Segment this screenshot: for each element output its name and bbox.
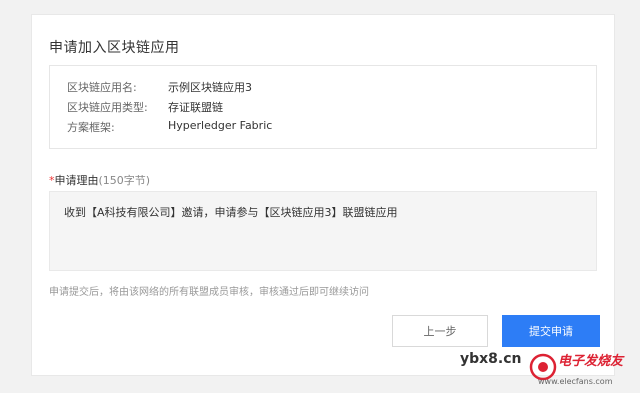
info-label: 方案框架: [67, 121, 115, 134]
info-value: 存证联盟链 [168, 101, 223, 114]
info-label: 区块链应用类型: [67, 101, 148, 114]
reason-label-text: 申请理由 [54, 174, 99, 187]
application-card: 申请加入区块链应用 区块链应用名: 示例区块链应用3 区块链应用类型: 存证联盟… [31, 14, 615, 376]
reason-length-hint: (150字节) [98, 174, 151, 187]
submit-application-button[interactable]: 提交申请 [502, 315, 600, 347]
watermark-url: www.elecfans.com [538, 377, 613, 386]
page-title: 申请加入区块链应用 [49, 40, 180, 56]
previous-step-button[interactable]: 上一步 [392, 315, 488, 347]
watermark-site: ybx8.cn [460, 351, 522, 367]
info-value: 示例区块链应用3 [168, 81, 252, 94]
review-note: 申请提交后，将由该网络的所有联盟成员审核，审核通过后即可继续访问 [49, 287, 369, 298]
reason-label: *申请理由(150字节) [49, 172, 150, 188]
info-label: 区块链应用名: [67, 81, 137, 94]
app-info-box: 区块链应用名: 示例区块链应用3 区块链应用类型: 存证联盟链 方案框架: Hy… [49, 65, 597, 149]
info-value: Hyperledger Fabric [168, 119, 273, 132]
reason-textarea[interactable]: 收到【A科技有限公司】邀请，申请参与【区块链应用3】联盟链应用 [49, 191, 597, 271]
watermark-brand: 电子发烧友 [558, 354, 624, 369]
